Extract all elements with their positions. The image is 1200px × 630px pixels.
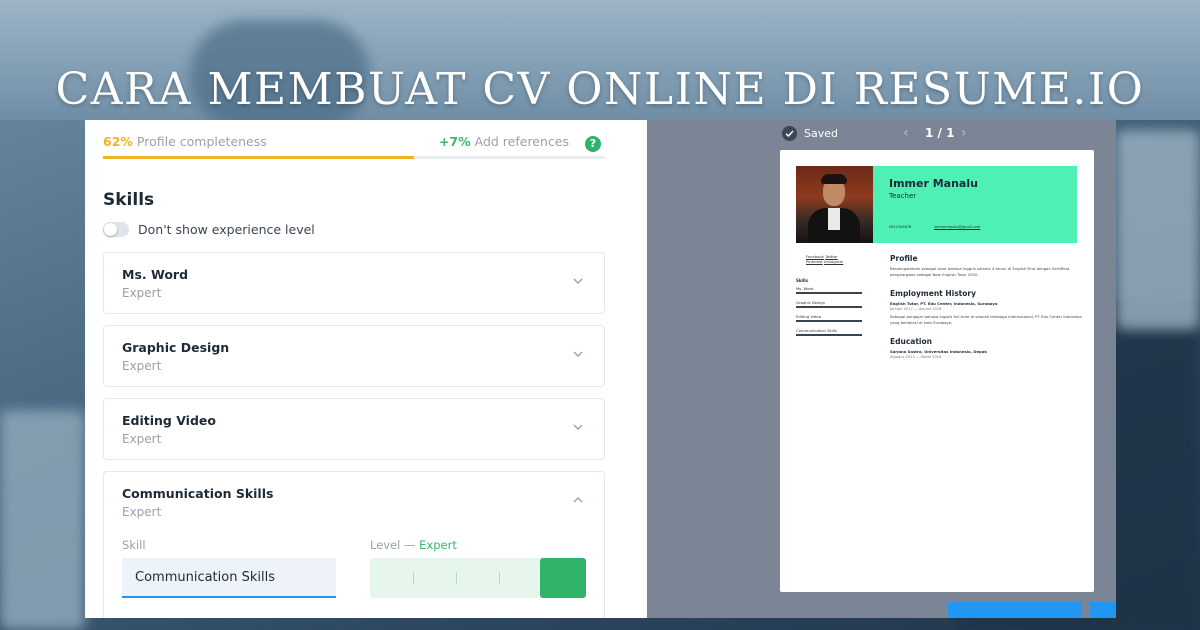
photo-shirt (828, 208, 840, 230)
completeness-label: Profile completeness (136, 134, 267, 149)
resume-link: Instagram (824, 259, 844, 264)
skill-name: Graphic Design (122, 340, 230, 355)
page-pager: ‹ 1 / 1 › (903, 124, 973, 142)
page-headline: CARA MEMBUAT CV ONLINE DI RESUME.IO (55, 64, 1145, 115)
level-tick (456, 572, 457, 584)
skills-section-title: Skills (103, 190, 155, 210)
download-button[interactable] (948, 602, 1082, 618)
resume-links: Facebook Twitter Pinterest Instagram (796, 254, 866, 264)
level-field-prefix: Level — (370, 538, 420, 552)
add-references-label[interactable]: Add references (475, 134, 569, 149)
resume-skill-bar (796, 292, 862, 294)
saved-label: Saved (804, 127, 838, 140)
resume-email: immermanalu@gmail.com (934, 225, 981, 229)
more-options-button[interactable] (1090, 602, 1116, 618)
resume-name: Immer Manalu (889, 177, 978, 190)
page-indicator: 1 / 1 (925, 126, 955, 140)
skill-level: Expert (122, 505, 162, 519)
resume-employment-heading: Employment History (890, 289, 976, 298)
resume-skill-bar (796, 334, 862, 336)
resume-sidebar: Facebook Twitter Pinterest Instagram Ski… (796, 254, 866, 342)
skill-level: Expert (122, 359, 162, 373)
skill-name: Ms. Word (122, 267, 189, 282)
profile-completeness-row: 62% Profile completeness +7% Add referen… (103, 134, 607, 154)
resume-skill-bar (796, 306, 862, 308)
resume-school-dates: Agustus 2013 — Maret 2016 (890, 354, 942, 359)
chevron-right-icon[interactable]: › (961, 124, 967, 142)
resume-editor-panel: 62% Profile completeness +7% Add referen… (85, 120, 647, 618)
skill-level-slider[interactable] (370, 558, 586, 598)
resume-header: Immer Manalu Teacher 0812345678 immerman… (796, 166, 1077, 243)
resume-job-title: Teacher (889, 192, 917, 200)
chevron-down-icon[interactable] (572, 275, 584, 287)
resume-photo (796, 166, 873, 243)
background-wall-right (1116, 130, 1200, 330)
chevron-left-icon[interactable]: ‹ (903, 124, 909, 142)
level-tick (413, 572, 414, 584)
resume-skill-name: Editing Video (796, 314, 822, 319)
skill-card[interactable]: Ms. Word Expert (103, 252, 605, 314)
experience-level-toggle-label[interactable]: Don't show experience level (138, 222, 315, 238)
skill-name: Editing Video (122, 413, 216, 428)
skill-level: Expert (122, 432, 162, 446)
level-field-value: Expert (419, 538, 457, 552)
toggle-knob (104, 223, 117, 236)
help-icon[interactable]: ? (585, 136, 601, 152)
chevron-down-icon[interactable] (572, 348, 584, 360)
resume-link: Pinterest (806, 259, 823, 264)
resume-main: Profile Berpengalaman sebagai tutor baha… (890, 254, 1085, 360)
resume-skill-name: Graphic Design (796, 300, 826, 305)
resume-preview-panel: Saved ‹ 1 / 1 › Immer Manalu Teacher 081… (647, 120, 1116, 618)
skill-name-input[interactable] (122, 558, 336, 598)
skill-card[interactable]: Editing Video Expert (103, 398, 605, 460)
background-wall-left (0, 410, 85, 630)
skill-level: Expert (122, 286, 162, 300)
completeness-progress-bar (103, 156, 605, 159)
resume-skill-name: Communication Skills (796, 328, 837, 333)
resume-profile-heading: Profile (890, 254, 918, 263)
photo-hair (821, 174, 847, 184)
resume-phone: 0812345678 (889, 225, 912, 229)
skill-card[interactable]: Graphic Design Expert (103, 325, 605, 387)
skill-field-label: Skill (122, 538, 146, 552)
level-field-label: Level — Expert (370, 538, 457, 552)
add-references-hint[interactable]: +7% Add references (439, 134, 569, 149)
resume-job-dates: Januari 2017 — Januari 2018 (890, 306, 942, 311)
resume-profile-text: Berpengalaman sebagai tutor bahasa inggr… (890, 266, 1070, 277)
skill-name: Communication Skills (122, 486, 274, 501)
skill-card-expanded[interactable]: Communication Skills Expert Skill Level … (103, 471, 605, 618)
level-tick (499, 572, 500, 584)
chevron-down-icon[interactable] (572, 421, 584, 433)
resume-education-heading: Education (890, 337, 932, 346)
chevron-up-icon[interactable] (572, 494, 584, 506)
experience-level-toggle[interactable] (103, 222, 129, 237)
resume-skills-heading: Skills (796, 278, 809, 283)
resume-job-description: Sebagai pengajar bahasa inggris full-tim… (890, 314, 1082, 325)
completeness-progress-fill (103, 156, 415, 159)
resume-skill-bar (796, 320, 862, 322)
boost-percent: +7% (438, 134, 471, 149)
resume-page[interactable]: Immer Manalu Teacher 0812345678 immerman… (780, 150, 1094, 592)
check-icon (782, 126, 797, 141)
level-slider-handle[interactable] (540, 558, 586, 598)
completeness-label-group: 62% Profile completeness (103, 134, 267, 149)
resume-skill-name: Ms. Word (796, 286, 814, 291)
completeness-percent: 62% (103, 134, 133, 149)
